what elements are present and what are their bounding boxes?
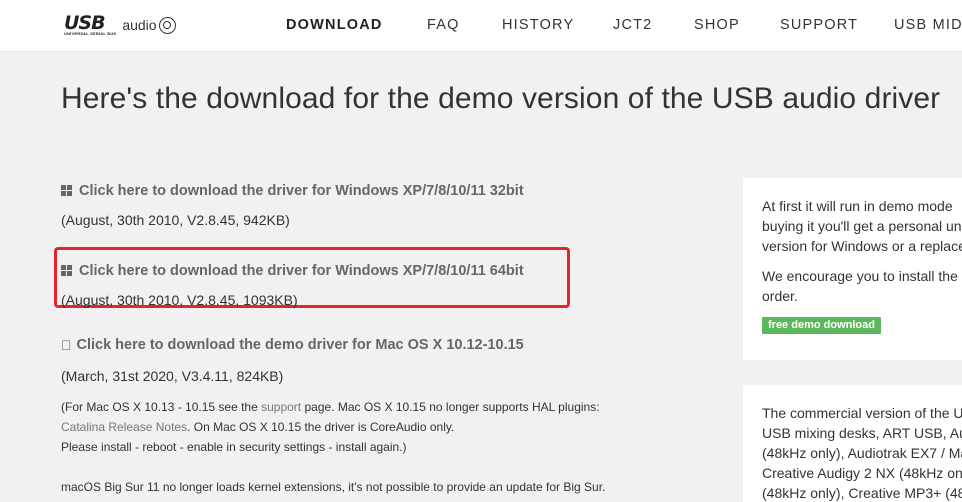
info-panel-demo: At first it will run in demo mode buying… [743,178,962,360]
download-link-win32[interactable]: Click here to download the driver for Wi… [61,183,524,199]
logo-audio-text: audio [122,17,157,33]
usb-logo: USB UNIVERSAL SERIAL BUS [64,12,117,37]
panel-text: buying it you'll get a personal un [762,218,962,234]
mac-note: (For Mac OS X 10.13 - 10.15 see the supp… [61,397,600,457]
panel-text: order. [762,288,798,304]
nav-faq[interactable]: FAQ [427,17,460,33]
catalina-release-notes-link[interactable]: Catalina Release Notes [61,420,187,434]
download-meta: (August, 30th 2010, V2.8.45, 1093KB) [61,291,298,308]
note-text: page. Mac OS X 10.15 no longer supports … [301,400,600,414]
panel-text: The commercial version of the U [762,405,962,421]
logo-sub-text: UNIVERSAL SERIAL BUS [64,31,117,36]
download-item-mac:  Click here to download the demo driver… [61,337,524,384]
download-link-text: Click here to download the driver for Wi… [79,182,524,199]
mac-note-line-2: Catalina Release Notes. On Mac OS X 10.1… [61,417,600,437]
site-header: USB UNIVERSAL SERIAL BUS audio DOWNLOAD … [0,0,962,52]
download-item-win32: Click here to download the driver for Wi… [61,177,524,228]
download-link-text: Click here to download the driver for Wi… [79,262,524,279]
audio-logo: audio [122,16,176,34]
page-title: Here's the download for the demo version… [61,82,941,115]
free-demo-download-badge[interactable]: free demo download [762,317,881,334]
page: USB UNIVERSAL SERIAL BUS audio DOWNLOAD … [0,0,962,502]
nav-shop[interactable]: SHOP [694,17,740,33]
mac-note-line-3: Please install - reboot - enable in secu… [61,440,407,454]
info-panel-commercial: The commercial version of the U USB mixi… [743,385,962,502]
support-link[interactable]: support [261,400,301,414]
download-link-mac[interactable]:  Click here to download the demo driver… [61,337,524,353]
logo-usb-text: USB [64,12,106,34]
nav-support[interactable]: SUPPORT [780,17,858,33]
nav-download[interactable]: DOWNLOAD [286,17,383,33]
download-meta: (August, 30th 2010, V2.8.45, 942KB) [61,211,290,228]
nav-history[interactable]: HISTORY [502,17,574,33]
panel-text: Creative Audigy 2 NX (48kHz onl [762,465,962,481]
download-meta: (March, 31st 2020, V3.4.11, 824KB) [61,368,284,387]
panel-text: We encourage you to install the [762,268,958,284]
download-link-text: Click here to download the demo driver f… [66,337,524,358]
download-item-win64: Click here to download the driver for Wi… [61,257,524,308]
mac-note-line-1: (For Mac OS X 10.13 - 10.15 see the supp… [61,397,600,417]
note-text: (For Mac OS X 10.13 - 10.15 see the [61,400,262,414]
apple-icon:  [61,337,72,353]
windows-icon [61,265,72,276]
panel-text: USB mixing desks, ART USB, Aud [762,425,962,441]
panel-text: version for Windows or a replace [762,238,962,254]
windows-icon [61,185,72,196]
panel-text: (48kHz only), Audiotrak EX7 / Ma [762,445,962,461]
panel-text: (48kHz only), Creative MP3+ (48 [762,485,962,501]
big-sur-note: macOS Big Sur 11 no longer loads kernel … [61,480,606,494]
download-link-win64[interactable]: Click here to download the driver for Wi… [61,263,524,279]
note-text: . On Mac OS X 10.15 the driver is CoreAu… [187,420,455,434]
usb-audio-logo[interactable]: USB UNIVERSAL SERIAL BUS audio [64,11,176,39]
audio-ring-icon [158,16,176,34]
nav-usb-midi[interactable]: USB MIDI [894,17,962,33]
nav-jct2[interactable]: JCT2 [613,17,652,33]
panel-text: At first it will run in demo mode [762,198,953,214]
